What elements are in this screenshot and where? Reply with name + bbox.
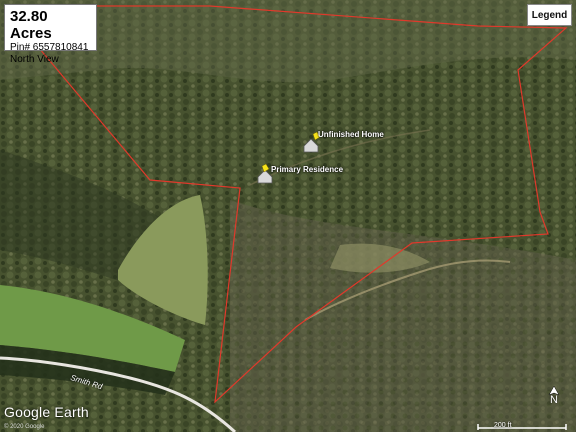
- marker-label-primary-residence: Primary Residence: [271, 165, 344, 174]
- view-direction: North View: [10, 54, 59, 65]
- pin-number: Pin# 6557810841: [10, 42, 89, 53]
- legend-button[interactable]: Legend: [527, 4, 572, 26]
- north-label: N: [550, 394, 558, 406]
- acreage-title: 32.80 Acres: [10, 8, 52, 42]
- north-arrow-icon: N: [544, 385, 564, 410]
- property-info-box: 32.80 Acres Pin# 6557810841 North View: [4, 4, 97, 65]
- marker-label-unfinished-home: Unfinished Home: [318, 130, 384, 139]
- scale-label: 200 ft: [494, 422, 512, 429]
- copyright-text: © 2020 Google: [4, 424, 45, 430]
- google-earth-logo: Google Earth: [4, 404, 89, 420]
